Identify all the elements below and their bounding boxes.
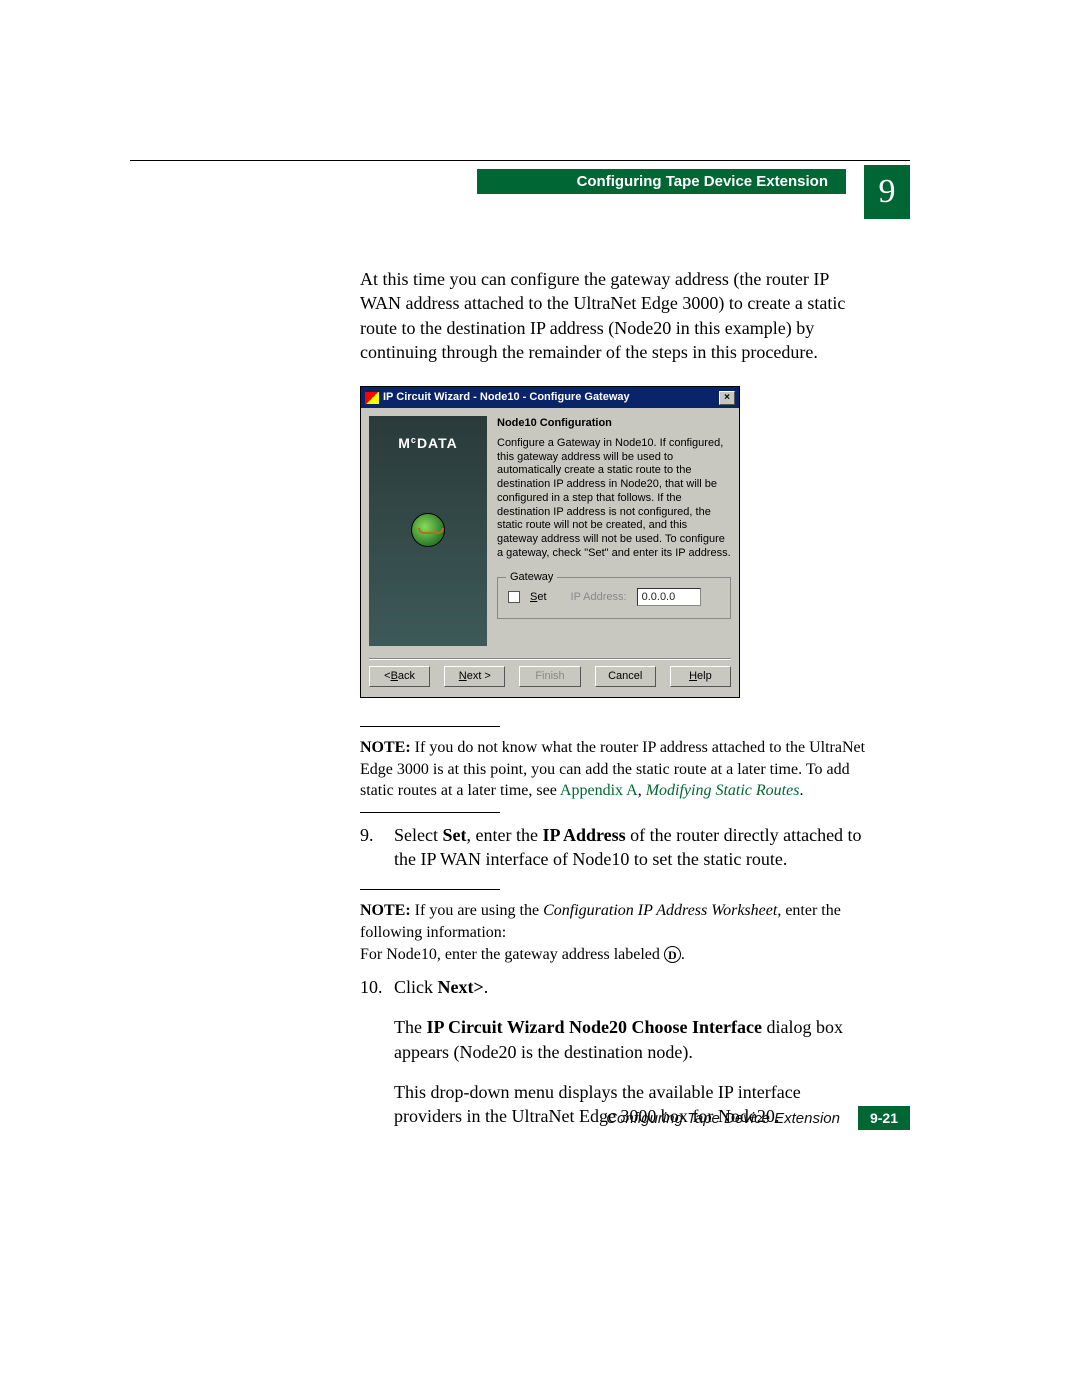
dialog-sidebar: McDATA: [369, 416, 487, 646]
step-number: 9.: [360, 823, 384, 872]
note-2: NOTE: If you are using the Configuration…: [360, 900, 870, 965]
circled-d-icon: D: [664, 946, 681, 963]
dialog-title: IP Circuit Wizard - Node10 - Configure G…: [383, 390, 630, 405]
page-footer: Configuring Tape Device Extension 9-21: [350, 1106, 910, 1130]
app-icon: [365, 392, 379, 404]
finish-button: Finish: [519, 666, 580, 687]
gateway-group: Gateway Set IP Address: 0.0.0.0: [497, 577, 731, 620]
dialog-titlebar: IP Circuit Wizard - Node10 - Configure G…: [361, 387, 739, 408]
next-button[interactable]: Next >: [444, 666, 505, 687]
note-label: NOTE:: [360, 739, 411, 756]
step-list: 9. Select Set, enter the IP Address of t…: [360, 823, 870, 872]
ip-address-label: IP Address:: [571, 590, 627, 605]
modifying-routes-link[interactable]: Modifying Static Routes: [646, 782, 800, 799]
set-label: Set: [530, 590, 547, 605]
note-rule-top: [360, 726, 500, 727]
back-button[interactable]: < Back: [369, 666, 430, 687]
cancel-button[interactable]: Cancel: [595, 666, 656, 687]
mcdata-logo: McDATA: [398, 434, 458, 453]
dialog-separator: [369, 658, 731, 660]
globe-icon: [411, 513, 445, 547]
footer-page-number: 9-21: [858, 1106, 910, 1130]
main-column: At this time you can configure the gatew…: [360, 267, 870, 1129]
group-legend: Gateway: [506, 570, 557, 585]
footer-section-title: Configuring Tape Device Extension: [606, 1110, 840, 1127]
wizard-dialog: IP Circuit Wizard - Node10 - Configure G…: [360, 386, 740, 698]
dialog-heading: Node10 Configuration: [497, 416, 731, 431]
section-title: Configuring Tape Device Extension: [477, 169, 846, 194]
ip-address-field[interactable]: 0.0.0.0: [637, 588, 701, 607]
top-rule: [130, 160, 910, 161]
running-header: Configuring Tape Device Extension 9: [130, 169, 910, 219]
dialog-body-text: Configure a Gateway in Node10. If config…: [497, 437, 731, 561]
appendix-link[interactable]: Appendix A: [560, 782, 638, 799]
note-rule-bottom: [360, 812, 500, 813]
step-9: 9. Select Set, enter the IP Address of t…: [360, 823, 870, 872]
help-button[interactable]: Help: [670, 666, 731, 687]
page-content: Configuring Tape Device Extension 9 At t…: [130, 160, 910, 1147]
dialog-button-row: < Back Next > Finish Cancel Help: [361, 666, 739, 697]
close-icon[interactable]: ×: [719, 391, 735, 405]
intro-paragraph: At this time you can configure the gatew…: [360, 267, 870, 364]
chapter-number: 9: [864, 165, 910, 219]
note-1: NOTE: If you do not know what the router…: [360, 737, 870, 802]
note2-rule-top: [360, 889, 500, 890]
set-checkbox[interactable]: [508, 591, 520, 603]
